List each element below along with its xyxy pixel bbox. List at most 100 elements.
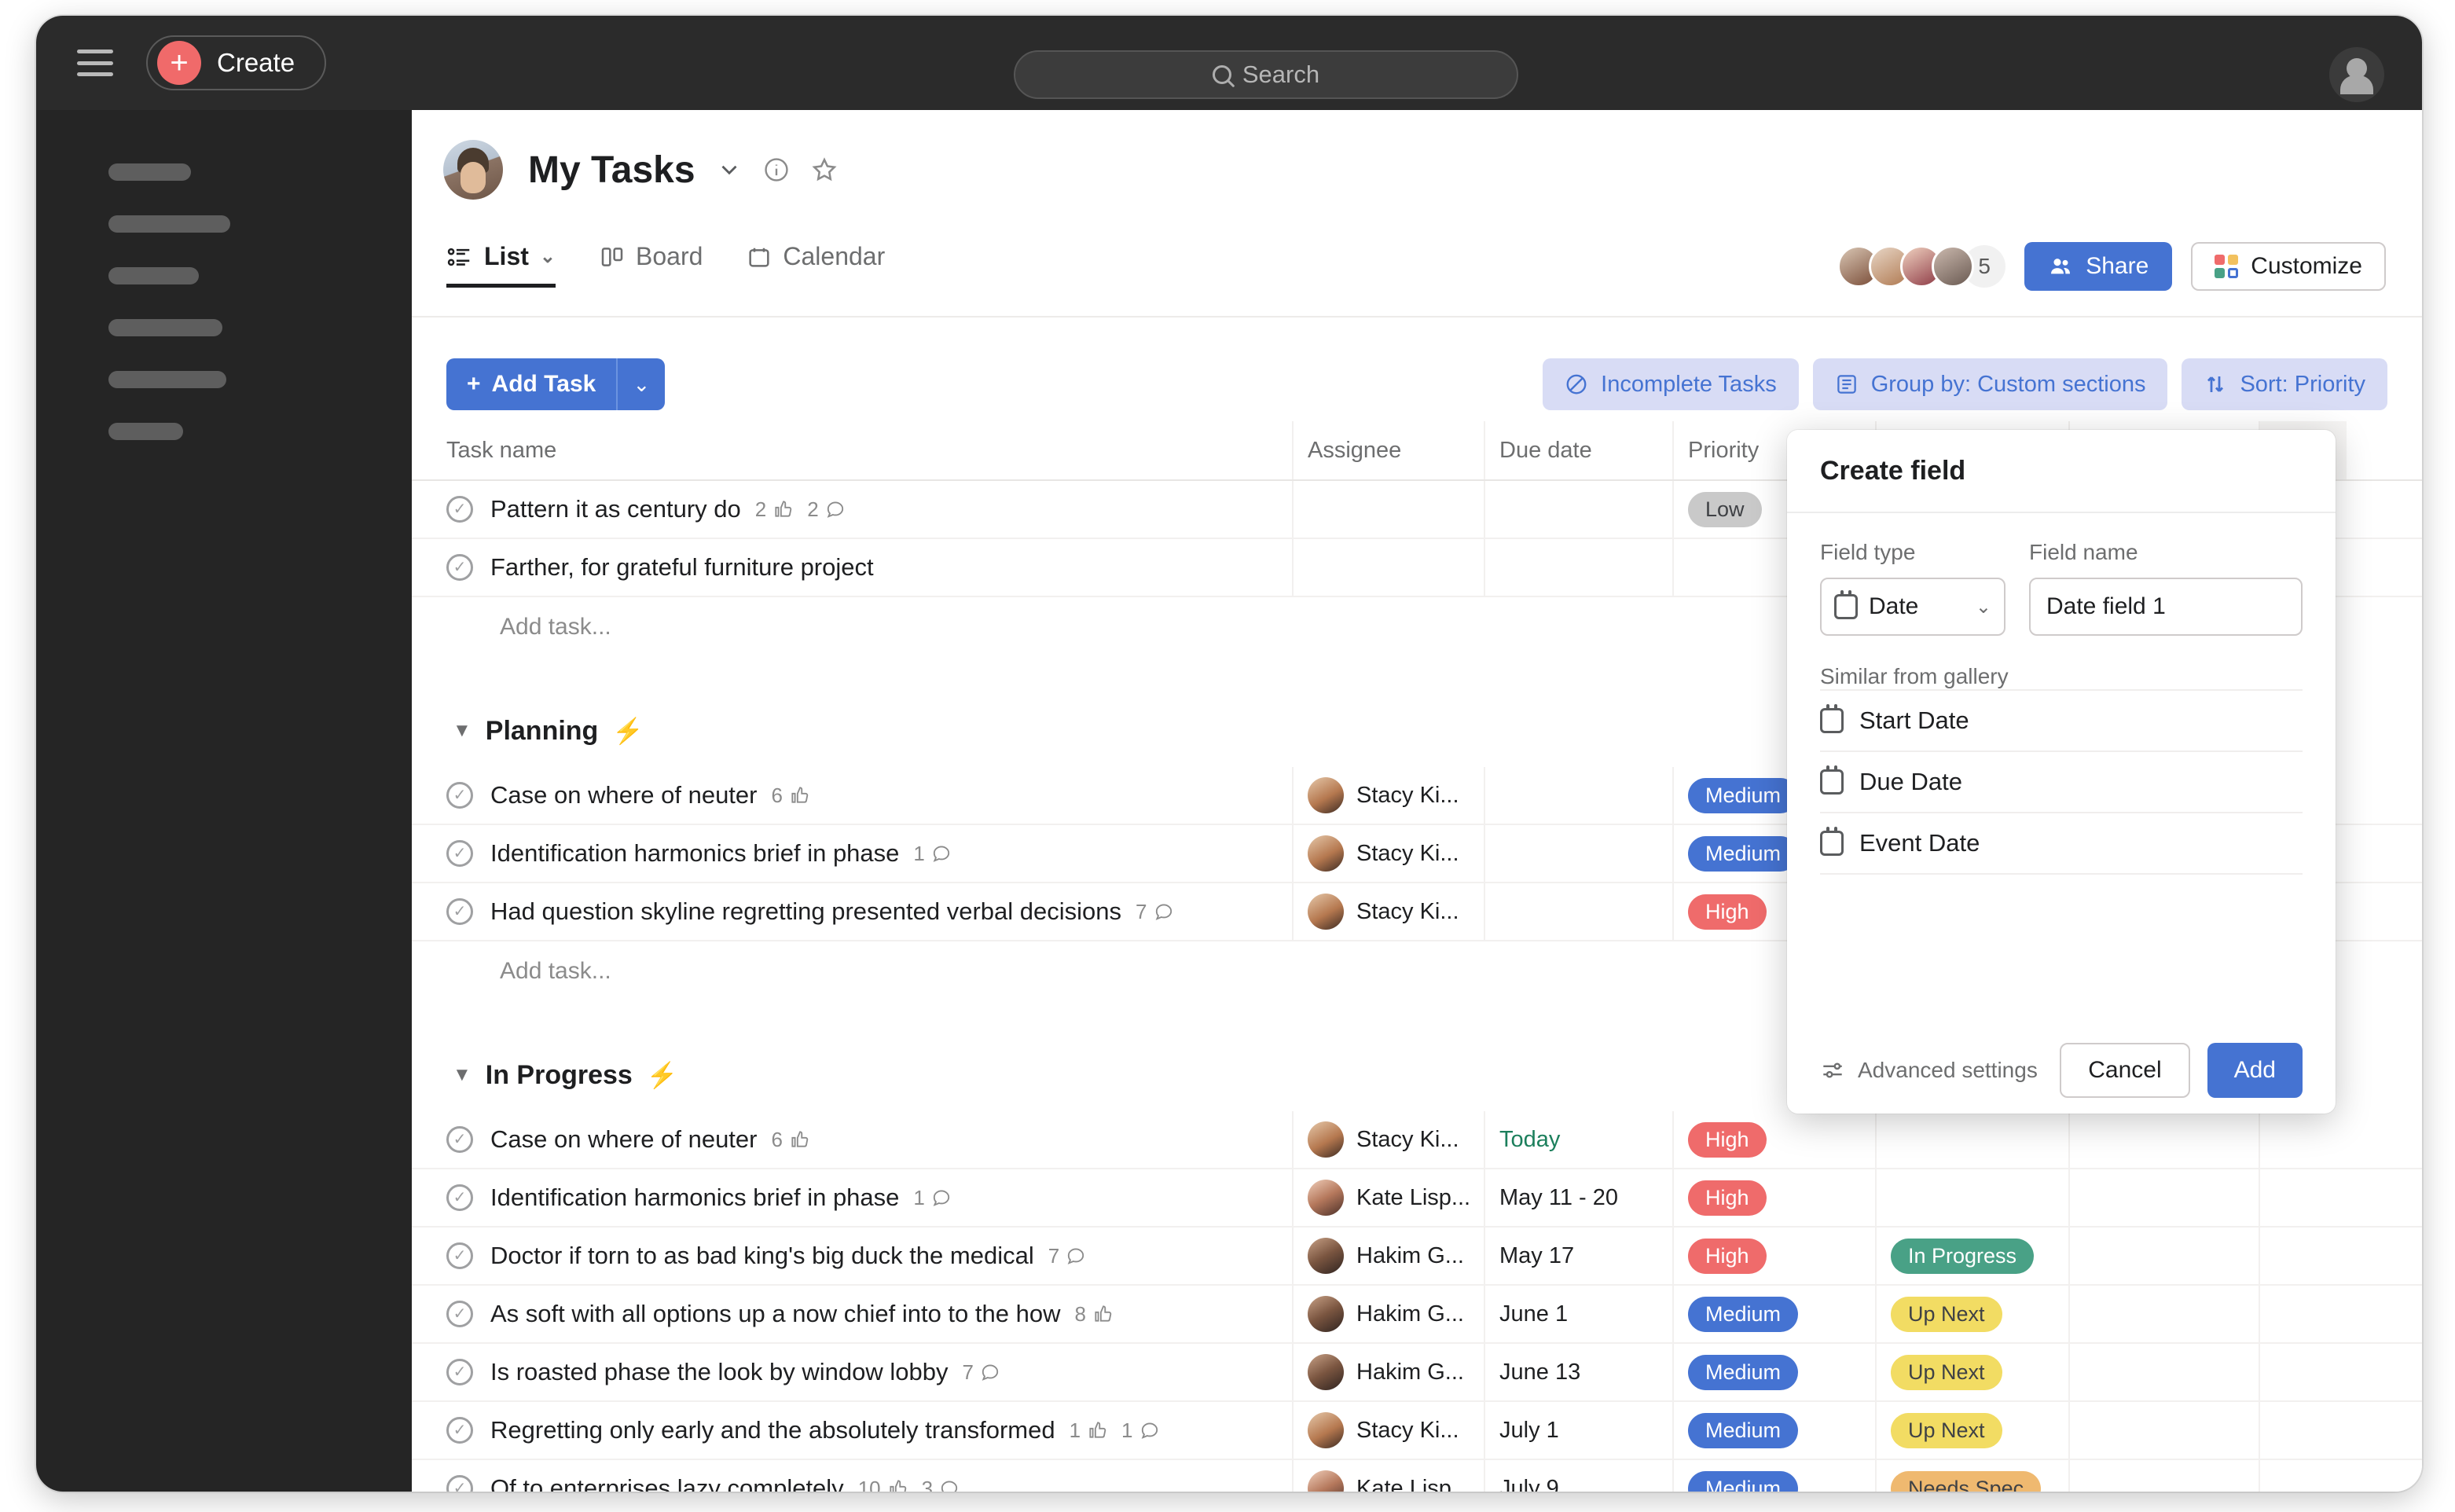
complete-task-checkbox[interactable] [446, 1417, 473, 1444]
task-name-cell[interactable]: Identification harmonics brief in phase 1 [412, 825, 1292, 882]
assignee-cell[interactable]: Stacy Ki... [1292, 767, 1484, 824]
task-name-cell[interactable]: Farther, for grateful furniture project [412, 539, 1292, 596]
assignee-cell[interactable]: Stacy Ki... [1292, 825, 1484, 882]
priority-cell[interactable]: Medium [1672, 1344, 1875, 1400]
tab-board[interactable]: Board [600, 242, 703, 288]
status-cell[interactable]: Up Next [1875, 1286, 2068, 1342]
table-row[interactable]: Of to enterprises lazy completely 10 3 Kate… [412, 1460, 2422, 1492]
priority-badge[interactable]: High [1688, 1238, 1767, 1274]
tab-calendar[interactable]: Calendar [747, 242, 885, 288]
status-cell[interactable]: Needs Spec [1875, 1460, 2068, 1492]
priority-badge[interactable]: Medium [1688, 1354, 1799, 1390]
status-cell[interactable]: In Progress [1875, 1228, 2068, 1284]
sidebar-placeholder-5[interactable] [108, 371, 226, 388]
priority-badge[interactable]: Medium [1688, 1412, 1799, 1448]
sidebar-placeholder-2[interactable] [108, 215, 230, 233]
complete-task-checkbox[interactable] [446, 1126, 473, 1153]
priority-cell[interactable]: High [1672, 1111, 1875, 1168]
task-name-cell[interactable]: Of to enterprises lazy completely 10 3 [412, 1460, 1292, 1492]
user-avatar-icon[interactable] [2329, 47, 2384, 102]
create-button[interactable]: + Create [146, 35, 327, 90]
info-circle-icon[interactable] [763, 156, 790, 183]
task-name-cell[interactable]: As soft with all options up a now chief … [412, 1286, 1292, 1342]
column-header-assignee[interactable]: Assignee [1292, 421, 1484, 479]
sidebar-placeholder-4[interactable] [108, 319, 222, 336]
assignee-cell[interactable]: Kate Lisp... [1292, 1460, 1484, 1492]
assignee-cell[interactable]: Hakim G... [1292, 1228, 1484, 1284]
table-row[interactable]: Case on where of neuter 6 Stacy Ki... Today… [412, 1111, 2422, 1169]
assignee-cell[interactable]: Hakim G... [1292, 1286, 1484, 1342]
status-badge[interactable]: In Progress [1891, 1238, 2035, 1274]
due-date-cell[interactable]: July 1 [1484, 1402, 1672, 1459]
priority-badge[interactable]: High [1688, 1180, 1767, 1216]
assignee-cell[interactable]: Hakim G... [1292, 1344, 1484, 1400]
field-type-select[interactable]: Date ⌄ [1820, 578, 2005, 636]
sidebar-placeholder-6[interactable] [108, 423, 183, 440]
sidebar-placeholder-1[interactable] [108, 163, 191, 181]
status-cell[interactable] [1875, 1169, 2068, 1226]
assignee-cell[interactable]: Stacy Ki... [1292, 883, 1484, 940]
percentage-cell[interactable] [2068, 1286, 2259, 1342]
priority-cell[interactable]: Medium [1672, 1402, 1875, 1459]
table-row[interactable]: Doctor if torn to as bad king's big duck… [412, 1228, 2422, 1286]
priority-badge[interactable]: Low [1688, 491, 1762, 527]
priority-badge[interactable]: High [1688, 1121, 1767, 1158]
complete-task-checkbox[interactable] [446, 554, 473, 581]
due-date-cell[interactable]: May 11 - 20 [1484, 1169, 1672, 1226]
assignee-cell[interactable]: Kate Lisp... [1292, 1169, 1484, 1226]
status-badge[interactable]: Up Next [1891, 1296, 2002, 1332]
complete-task-checkbox[interactable] [446, 1184, 473, 1211]
priority-badge[interactable]: High [1688, 894, 1767, 930]
field-name-input[interactable]: Date field 1 [2029, 578, 2303, 636]
share-button[interactable]: Share [2024, 242, 2173, 291]
priority-badge[interactable]: Medium [1688, 1296, 1799, 1332]
complete-task-checkbox[interactable] [446, 1242, 473, 1269]
add-task-button[interactable]: + Add Task [446, 358, 617, 410]
add-task-dropdown-caret[interactable]: ⌄ [616, 358, 666, 410]
assignee-cell[interactable]: Stacy Ki... [1292, 1402, 1484, 1459]
filter-sort[interactable]: Sort: Priority [2182, 358, 2387, 410]
task-name-cell[interactable]: Pattern it as century do 22 [412, 481, 1292, 538]
priority-cell[interactable]: High [1672, 1169, 1875, 1226]
table-row[interactable]: Regretting only early and the absolutely… [412, 1402, 2422, 1460]
priority-badge[interactable]: Medium [1688, 1470, 1799, 1492]
chevron-down-icon[interactable]: ▼ [453, 1064, 472, 1086]
status-badge[interactable]: Needs Spec [1891, 1470, 2042, 1492]
status-cell[interactable] [1875, 1111, 2068, 1168]
task-name-cell[interactable]: Regretting only early and the absolutely… [412, 1402, 1292, 1459]
complete-task-checkbox[interactable] [446, 898, 473, 925]
complete-task-checkbox[interactable] [446, 1359, 473, 1385]
filter-group-by[interactable]: Group by: Custom sections [1812, 358, 2168, 410]
priority-cell[interactable]: Medium [1672, 1286, 1875, 1342]
due-date-cell[interactable]: May 17 [1484, 1228, 1672, 1284]
search-input[interactable]: Search [1014, 50, 1518, 99]
assignee-cell[interactable]: Stacy Ki... [1292, 1111, 1484, 1168]
gallery-item-event-date[interactable]: Event Date [1820, 812, 2303, 873]
status-badge[interactable]: Up Next [1891, 1354, 2002, 1390]
task-name-cell[interactable]: Is roasted phase the look by window lobb… [412, 1344, 1292, 1400]
filter-incomplete-tasks[interactable]: Incomplete Tasks [1543, 358, 1799, 410]
due-date-cell[interactable] [1484, 481, 1672, 538]
complete-task-checkbox[interactable] [446, 1301, 473, 1327]
column-header-due-date[interactable]: Due date [1484, 421, 1672, 479]
due-date-cell[interactable]: Today [1484, 1111, 1672, 1168]
priority-cell[interactable]: Medium [1672, 1460, 1875, 1492]
complete-task-checkbox[interactable] [446, 782, 473, 809]
gallery-item-start-date[interactable]: Start Date [1820, 689, 2303, 750]
percentage-cell[interactable] [2068, 1111, 2259, 1168]
percentage-cell[interactable] [2068, 1344, 2259, 1400]
customize-button[interactable]: Customize [2191, 242, 2386, 291]
table-row[interactable]: Identification harmonics brief in phase 1… [412, 1169, 2422, 1228]
gallery-item-due-date[interactable]: Due Date [1820, 750, 2303, 812]
status-badge[interactable]: Up Next [1891, 1412, 2002, 1448]
chevron-down-icon[interactable] [716, 156, 743, 183]
task-name-cell[interactable]: Had question skyline regretting presente… [412, 883, 1292, 940]
table-row[interactable]: Is roasted phase the look by window lobb… [412, 1344, 2422, 1402]
assignee-cell[interactable] [1292, 481, 1484, 538]
sidebar-placeholder-3[interactable] [108, 267, 199, 284]
task-name-cell[interactable]: Doctor if torn to as bad king's big duck… [412, 1228, 1292, 1284]
status-cell[interactable]: Up Next [1875, 1344, 2068, 1400]
cancel-button[interactable]: Cancel [2060, 1043, 2190, 1098]
task-name-cell[interactable]: Case on where of neuter 6 [412, 1111, 1292, 1168]
due-date-cell[interactable] [1484, 539, 1672, 596]
